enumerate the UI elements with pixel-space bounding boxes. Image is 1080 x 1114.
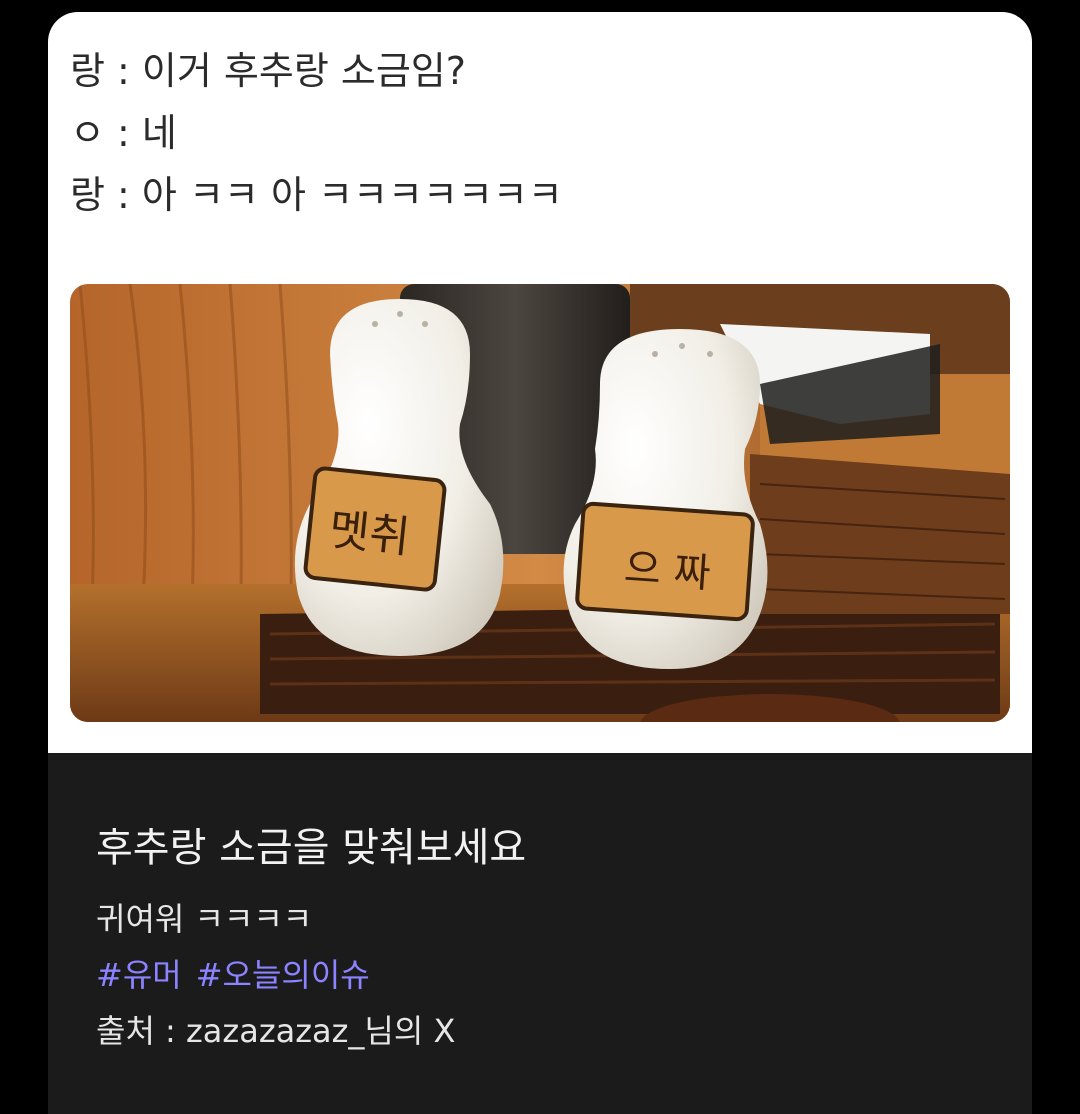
- chat-line: 랑 : 이거 후추랑 소금임?: [70, 49, 466, 93]
- post-caption: 후추랑 소금을 맞춰보세요 귀여워 ㅋㅋㅋㅋ #유머 #오늘의이슈 출처 : za…: [96, 817, 976, 1059]
- left-shaker-label: 멧취: [327, 504, 413, 563]
- chat-line: 랑 : 아 ㅋㅋ 아 ㅋㅋㅋㅋㅋㅋㅋ: [70, 173, 563, 217]
- post-source: 출처 : zazazazaz_님의 X: [96, 1012, 456, 1050]
- chat-transcript: 랑 : 이거 후추랑 소금임? ㅇ : 네 랑 : 아 ㅋㅋ 아 ㅋㅋㅋㅋㅋㅋㅋ: [70, 40, 563, 226]
- post-media[interactable]: 랑 : 이거 후추랑 소금임? ㅇ : 네 랑 : 아 ㅋㅋ 아 ㅋㅋㅋㅋㅋㅋㅋ: [48, 12, 1032, 753]
- hashtag-list: #유머 #오늘의이슈: [96, 947, 976, 1003]
- chat-line: ㅇ : 네: [70, 111, 177, 155]
- shakers-photo: 멧취 으 짜: [70, 284, 1010, 722]
- right-shaker-label: 으 짜: [623, 545, 712, 597]
- hashtag-humor[interactable]: #유머: [96, 956, 182, 994]
- post-title: 후추랑 소금을 맞춰보세요: [96, 825, 527, 871]
- post-card: 랑 : 이거 후추랑 소금임? ㅇ : 네 랑 : 아 ㅋㅋ 아 ㅋㅋㅋㅋㅋㅋㅋ: [48, 12, 1032, 1114]
- post-body: 귀여워 ㅋㅋㅋㅋ: [96, 900, 313, 938]
- hashtag-today-issue[interactable]: #오늘의이슈: [196, 956, 370, 994]
